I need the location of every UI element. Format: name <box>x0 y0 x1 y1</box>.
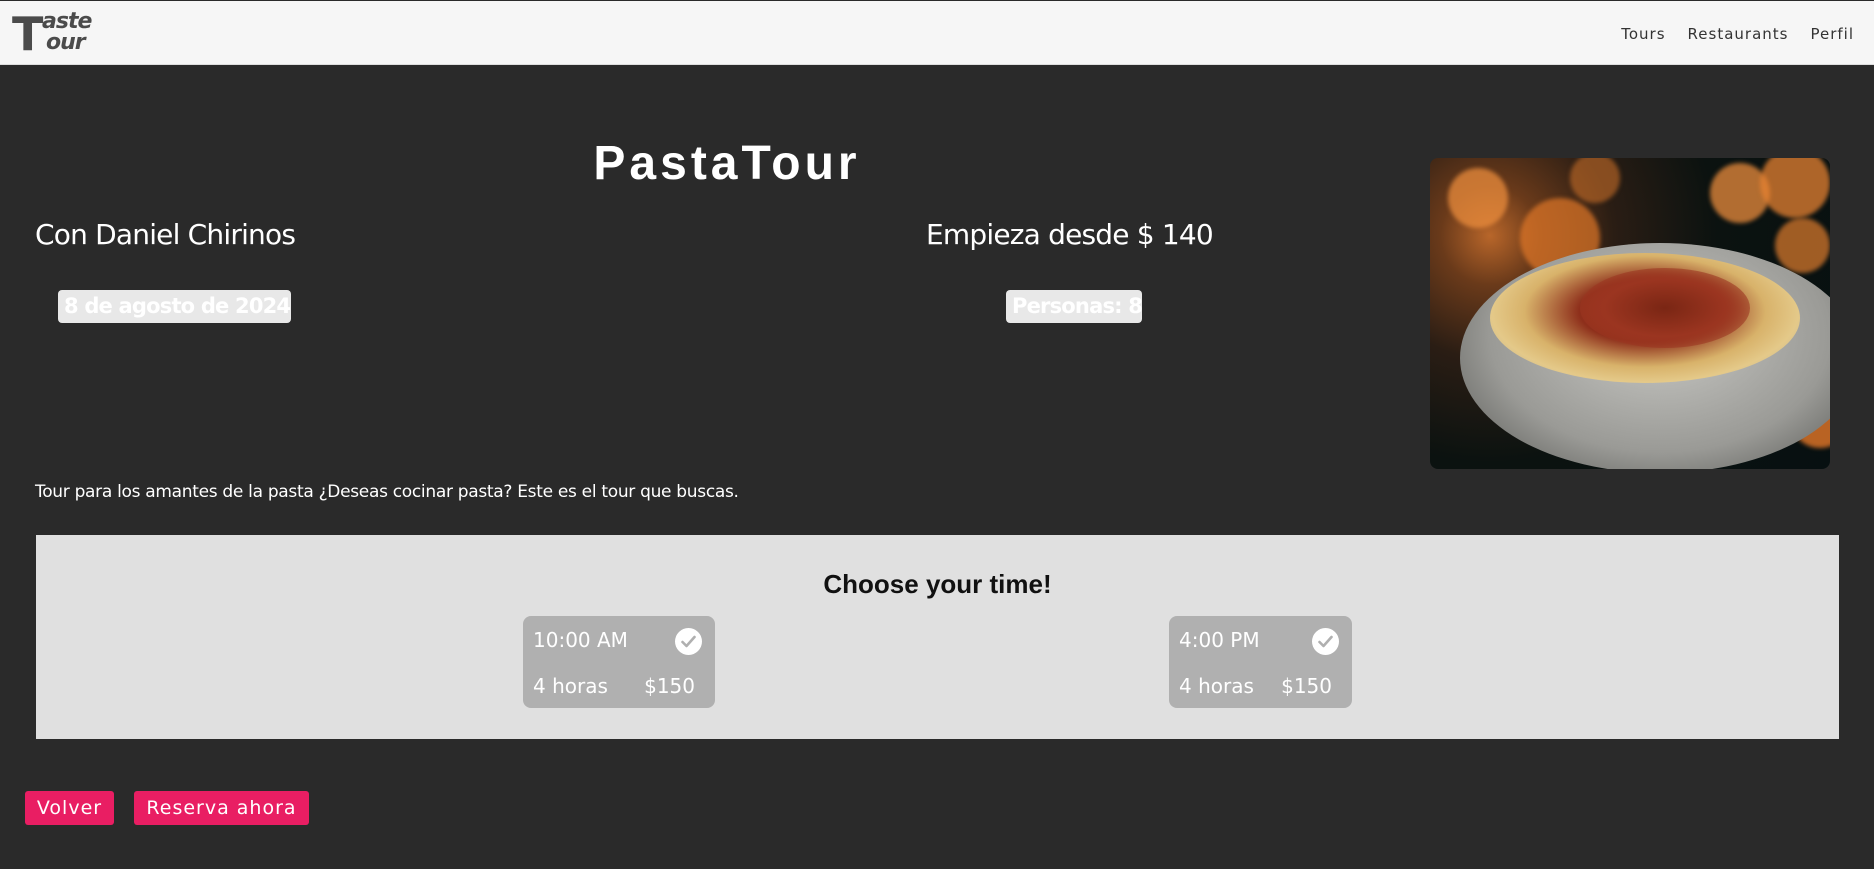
check-circle-icon[interactable] <box>675 628 702 655</box>
slot-price: $150 <box>1281 674 1332 698</box>
tour-description: Tour para los amantes de la pasta ¿Desea… <box>35 482 739 502</box>
logo-word-bottom: our <box>46 30 86 55</box>
navbar: T aste our Tours Restaurants Perfil <box>0 0 1874 65</box>
bokeh-light <box>1760 158 1830 218</box>
tour-date-badge: 8 de agosto de 2024 <box>58 290 291 323</box>
nav-link-tours[interactable]: Tours <box>1621 25 1665 43</box>
slot-time: 10:00 AM <box>533 628 628 652</box>
tour-guide: Con Daniel Chirinos <box>35 218 296 251</box>
pasta-dish-image <box>1430 158 1830 469</box>
bokeh-light <box>1570 158 1620 203</box>
bokeh-light <box>1775 218 1830 273</box>
tour-persons-badge: Personas: 8 <box>1006 290 1143 323</box>
logo-letter: T <box>12 7 44 61</box>
taste-tour-logo[interactable]: T aste our <box>12 9 102 59</box>
nav-link-perfil[interactable]: Perfil <box>1810 25 1854 43</box>
slot-duration: 4 horas <box>533 674 608 698</box>
bolognese-sauce <box>1580 268 1750 348</box>
slot-duration: 4 horas <box>1179 674 1254 698</box>
back-button[interactable]: Volver <box>25 791 114 825</box>
slot-price: $150 <box>644 674 695 698</box>
time-chooser-panel: Choose your time! 10:00 AM 4 horas $150 … <box>36 535 1839 739</box>
check-circle-icon[interactable] <box>1312 628 1339 655</box>
nav-link-restaurants[interactable]: Restaurants <box>1688 25 1789 43</box>
time-slot-4pm[interactable]: 4:00 PM 4 horas $150 <box>1169 616 1352 708</box>
nav-links: Tours Restaurants Perfil <box>1621 1 1854 66</box>
slot-time: 4:00 PM <box>1179 628 1260 652</box>
tour-title: PastaTour <box>593 137 861 190</box>
tour-price: Empieza desde $ 140 <box>926 218 1214 251</box>
book-now-button[interactable]: Reserva ahora <box>134 791 309 825</box>
time-chooser-title: Choose your time! <box>823 569 1052 599</box>
time-slot-10am[interactable]: 10:00 AM 4 horas $150 <box>523 616 715 708</box>
bokeh-light <box>1448 168 1508 228</box>
